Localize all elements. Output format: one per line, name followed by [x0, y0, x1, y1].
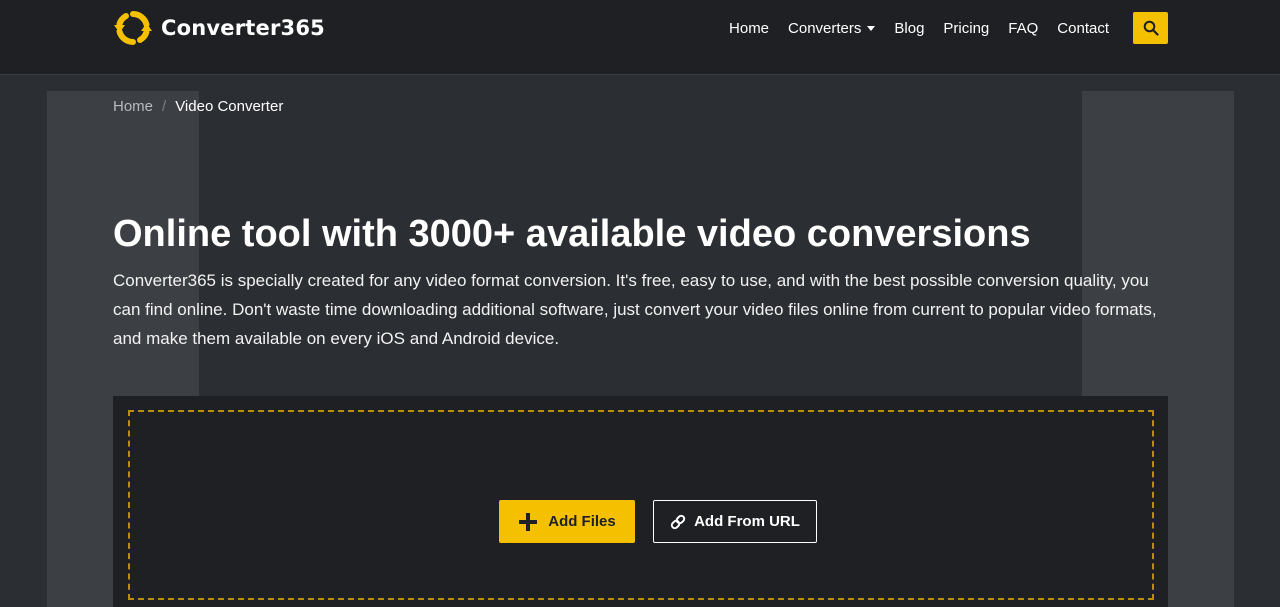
file-dropzone[interactable]: Add Files Add From URL — [128, 410, 1154, 600]
upload-panel: Add Files Add From URL — [113, 396, 1168, 607]
refresh-arrows-icon — [114, 11, 152, 45]
nav-pricing[interactable]: Pricing — [943, 20, 989, 37]
nav-home[interactable]: Home — [729, 20, 769, 37]
brand-logo[interactable]: Converter365 — [113, 8, 325, 48]
nav-contact[interactable]: Contact — [1057, 20, 1109, 37]
breadcrumb-current: Video Converter — [175, 97, 284, 115]
search-icon — [1143, 20, 1159, 36]
add-files-label: Add Files — [548, 513, 616, 530]
breadcrumb-separator: / — [162, 97, 167, 115]
search-button[interactable] — [1133, 12, 1168, 44]
brand-name: Converter365 — [161, 16, 325, 40]
site-header: Converter365 Home Converters Blog Pricin… — [0, 0, 1280, 75]
breadcrumb-home[interactable]: Home — [113, 98, 153, 115]
nav-converters[interactable]: Converters — [788, 19, 876, 37]
link-icon — [670, 514, 686, 529]
nav-blog[interactable]: Blog — [894, 20, 924, 37]
page-title: Online tool with 3000+ available video c… — [113, 213, 1031, 255]
add-from-url-button[interactable]: Add From URL — [653, 500, 817, 543]
page-description: Converter365 is specially created for an… — [113, 271, 1157, 348]
nav-converters-label: Converters — [788, 19, 862, 37]
main-nav: Home Converters Blog Pricing FAQ Contact — [710, 18, 1109, 38]
chevron-down-icon — [867, 25, 876, 31]
add-from-url-label: Add From URL — [694, 513, 800, 530]
breadcrumb: Home / Video Converter — [113, 96, 283, 116]
plus-icon — [519, 512, 538, 531]
nav-faq[interactable]: FAQ — [1008, 20, 1038, 37]
add-files-button[interactable]: Add Files — [499, 500, 635, 543]
